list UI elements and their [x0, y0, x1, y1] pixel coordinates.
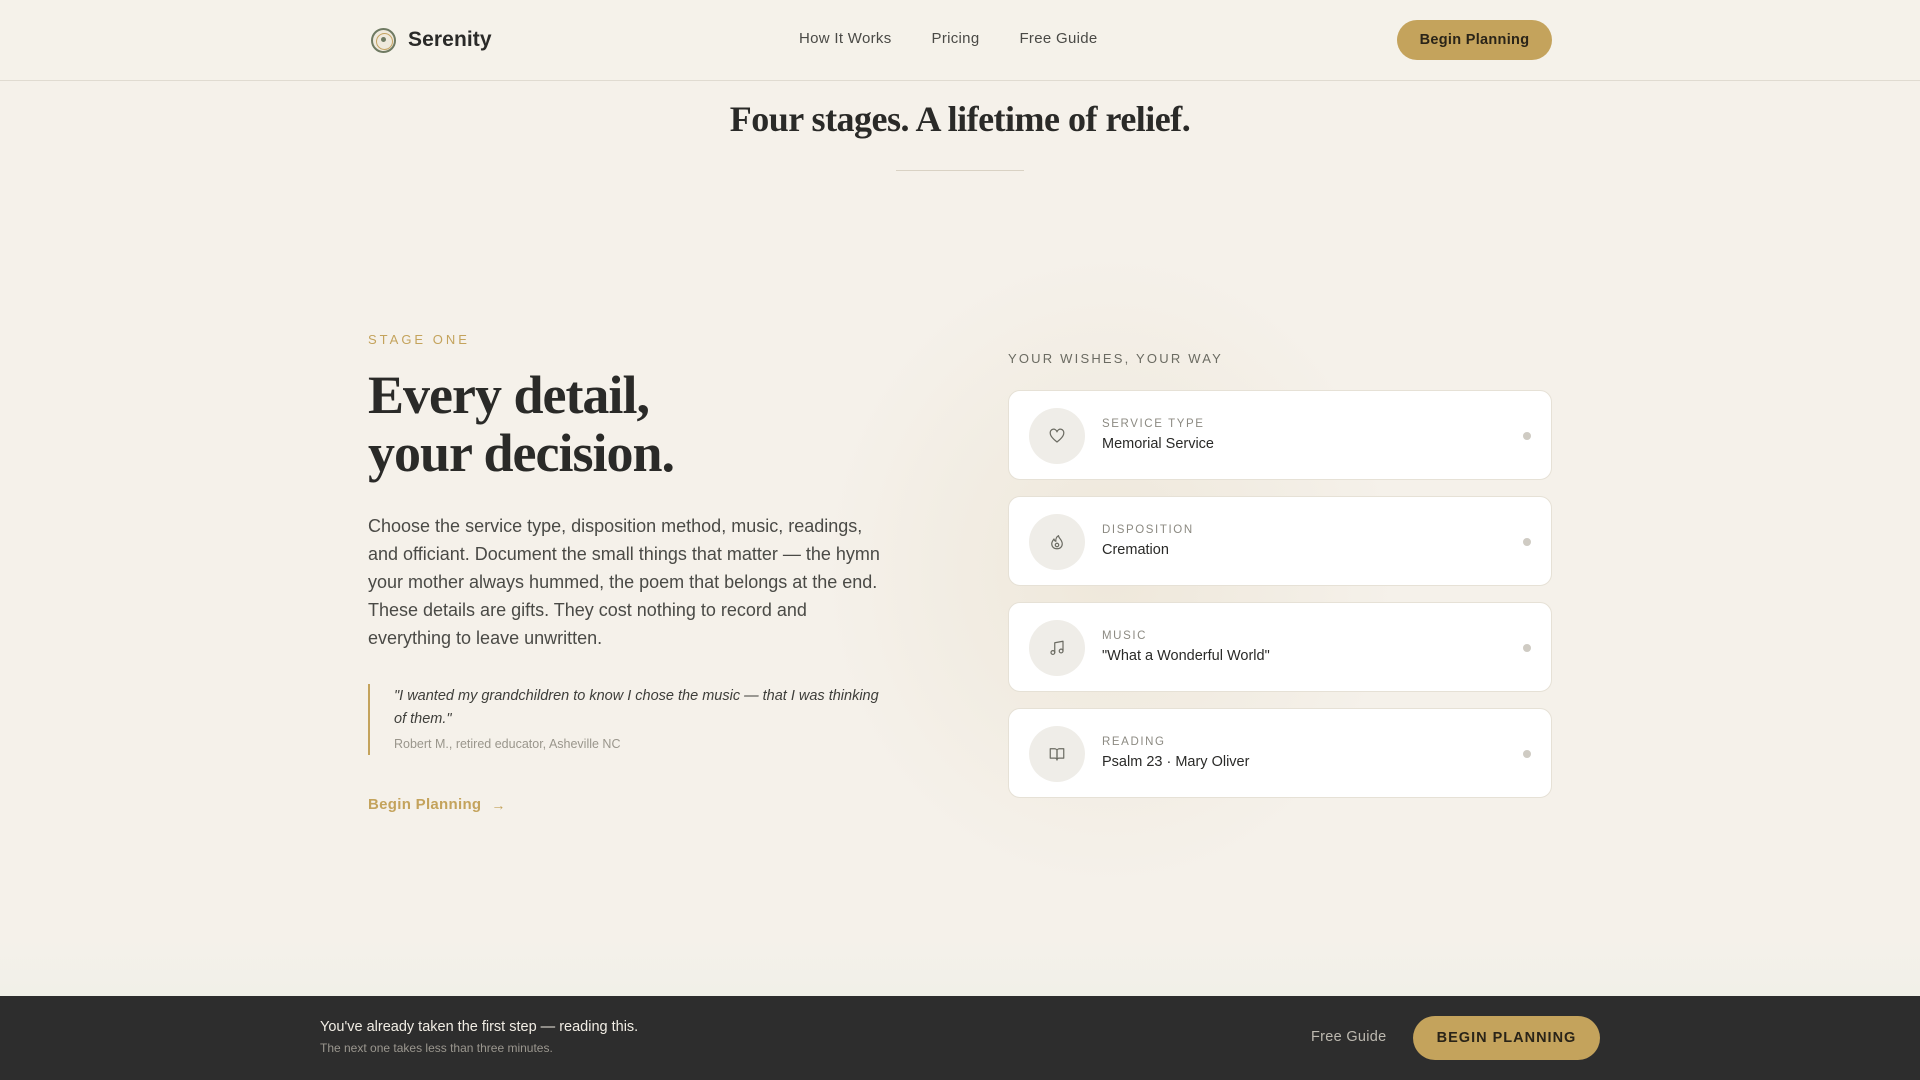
main-nav: How It Works Pricing Free Guide	[799, 30, 1098, 47]
card-label: SERVICE TYPE	[1102, 418, 1205, 430]
status-dot	[1523, 750, 1531, 758]
wishes-label: YOUR WISHES, YOUR WAY	[1008, 351, 1223, 366]
card-label: MUSIC	[1102, 630, 1148, 642]
nav-how-it-works[interactable]: How It Works	[799, 30, 892, 47]
free-guide-link[interactable]: Free Guide	[1311, 1029, 1387, 1045]
status-dot	[1523, 432, 1531, 440]
nav-pricing[interactable]: Pricing	[932, 30, 980, 47]
card-label: DISPOSITION	[1102, 524, 1194, 536]
headline-line-2: your decision.	[368, 423, 675, 483]
status-dot	[1523, 538, 1531, 546]
card-value: "What a Wonderful World"	[1102, 648, 1270, 664]
arrow-right-icon: →	[491, 796, 506, 813]
wish-card-reading[interactable]: READING Psalm 23 · Mary Oliver	[1008, 708, 1552, 798]
stage-description: Choose the service type, disposition met…	[368, 516, 880, 648]
testimonial-quote: "I wanted my grandchildren to know I cho…	[368, 684, 888, 755]
stage-eyebrow: STAGE ONE	[368, 332, 470, 347]
section-title: Four stages. A lifetime of relief.	[729, 99, 1191, 139]
bar-submessage: The next one takes less than three minut…	[320, 1041, 553, 1055]
brand-logo[interactable]: Serenity	[371, 27, 492, 53]
logo-icon	[371, 27, 396, 53]
card-value: Memorial Service	[1102, 436, 1214, 452]
begin-planning-bar-button[interactable]: BEGIN PLANNING	[1413, 1016, 1600, 1060]
wish-card-disposition[interactable]: DISPOSITION Cremation	[1008, 496, 1552, 586]
brand-name: Serenity	[408, 28, 492, 51]
sticky-cta-bar: You've already taken the first step — re…	[0, 996, 1920, 1080]
bottom-fade	[0, 940, 1920, 996]
open-book-icon	[1029, 726, 1085, 782]
wish-card-service-type[interactable]: SERVICE TYPE Memorial Service	[1008, 390, 1552, 480]
card-value: Cremation	[1102, 542, 1169, 558]
heart-icon	[1029, 408, 1085, 464]
begin-planning-button[interactable]: Begin Planning	[1397, 20, 1552, 60]
quote-text: "I wanted my grandchildren to know I cho…	[394, 688, 879, 727]
wishes-card-list: SERVICE TYPE Memorial Service DISPOSITIO…	[1008, 390, 1552, 814]
nav-free-guide[interactable]: Free Guide	[1019, 30, 1097, 47]
card-value: Psalm 23 · Mary Oliver	[1102, 754, 1250, 770]
site-header: Serenity How It Works Pricing Free Guide…	[0, 0, 1920, 81]
music-note-icon	[1029, 620, 1085, 676]
stage-headline: Every detail, your decision.	[368, 366, 888, 482]
section-divider	[896, 170, 1024, 171]
flame-icon	[1029, 514, 1085, 570]
quote-attribution: Robert M., retired educator, Asheville N…	[394, 737, 621, 751]
card-label: READING	[1102, 736, 1166, 748]
headline-line-1: Every detail,	[368, 365, 650, 425]
begin-planning-link-label: Begin Planning	[368, 796, 482, 813]
bar-message: You've already taken the first step — re…	[320, 1019, 639, 1035]
status-dot	[1523, 644, 1531, 652]
wish-card-music[interactable]: MUSIC "What a Wonderful World"	[1008, 602, 1552, 692]
begin-planning-link[interactable]: Begin Planning →	[368, 796, 506, 813]
